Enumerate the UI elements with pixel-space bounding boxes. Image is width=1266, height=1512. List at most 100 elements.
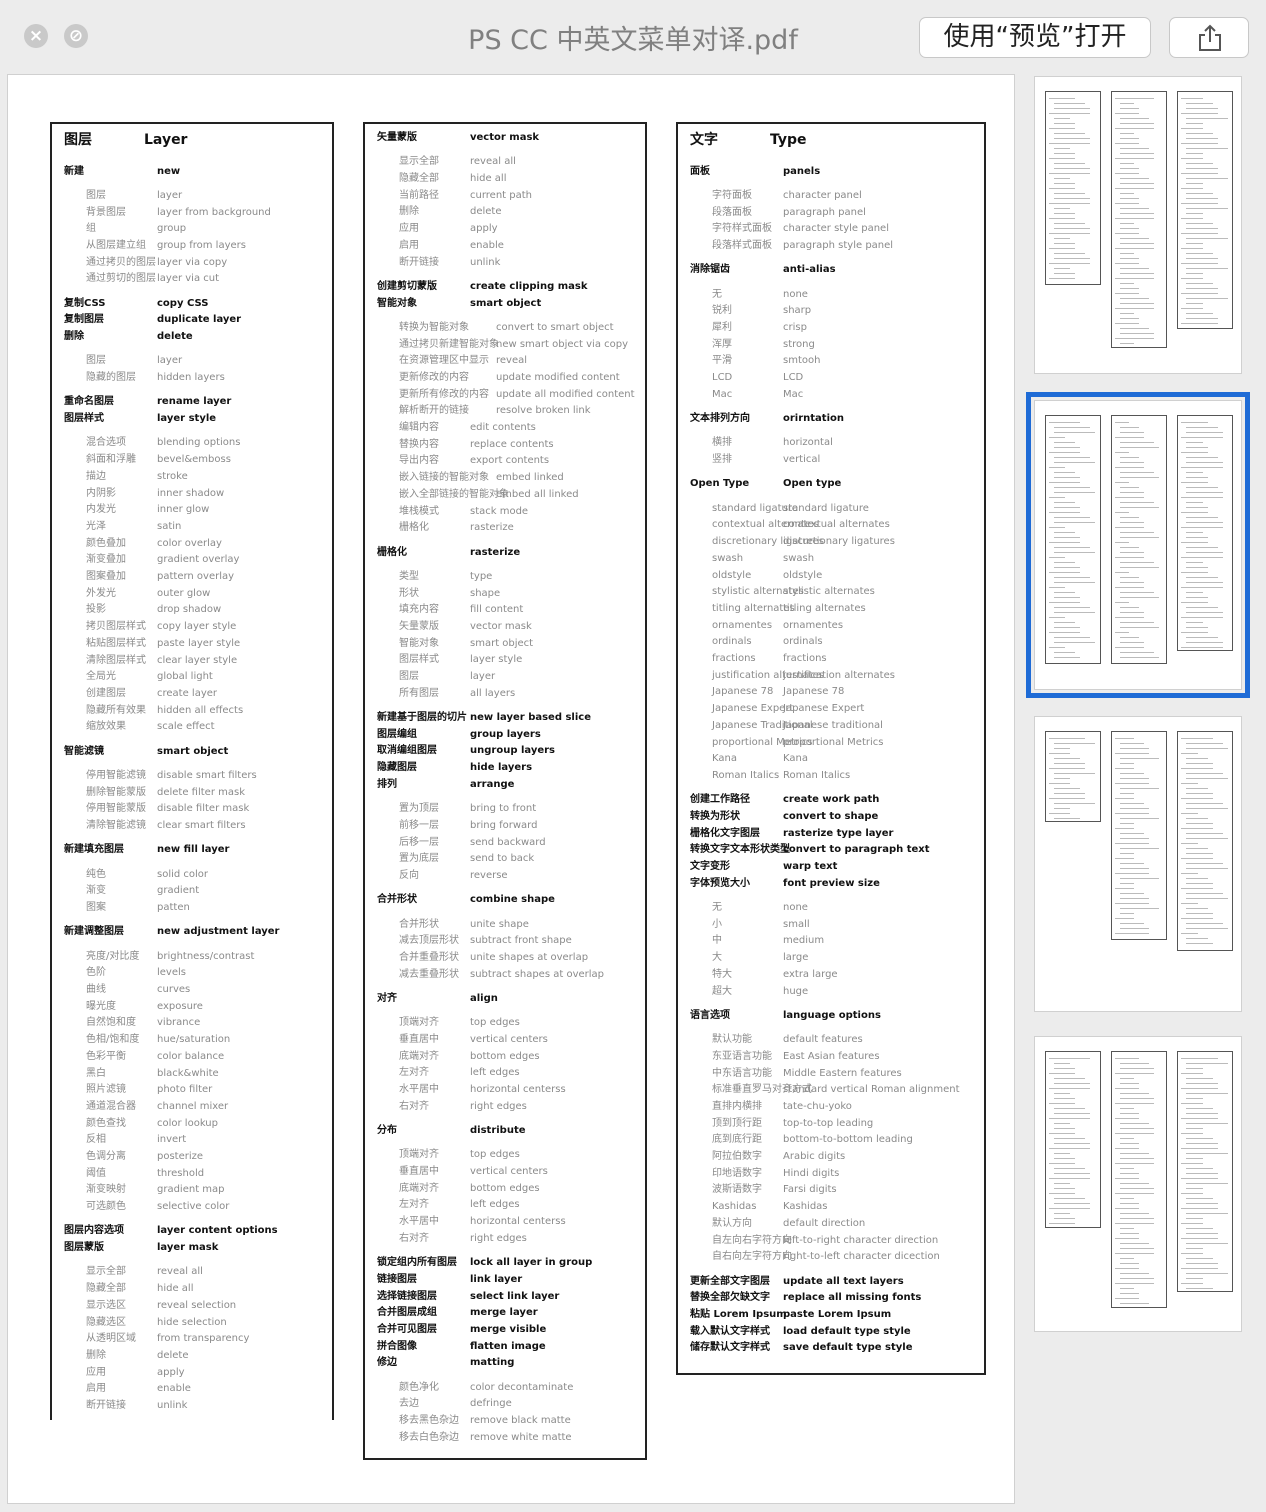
thumbnail-text-line [1186,838,1228,839]
thumbnail-text-line [1049,1133,1075,1134]
english-term: unite shape [470,918,529,930]
english-term: stylistic alternates [783,586,875,598]
thumbnail-text-line [1181,858,1213,859]
page-thumbnail[interactable] [1034,1036,1242,1332]
thumbnail-text-line [1054,547,1090,548]
chinese-term: 图层蒙版 [64,1242,104,1254]
thumbnail-text-line [1186,1123,1228,1124]
thumbnail-text-line [1054,778,1070,779]
thumbnail-text-line [1120,853,1134,854]
thumbnail-text-line [1115,873,1149,874]
chinese-term: 填充内容 [399,604,439,616]
page-thumbnail[interactable] [1034,716,1242,1012]
thumbnail-text-line [1120,562,1154,563]
minimize-icon[interactable]: ⊘ [64,24,88,48]
thumbnail-text-line [1181,843,1198,844]
english-term: duplicate layer [157,314,242,326]
share-button[interactable] [1169,17,1249,58]
thumbnail-text-line [1115,278,1154,279]
english-term: create layer [157,687,218,699]
chinese-term: 渐变映射 [86,1184,126,1196]
thumbnail-text-line [1054,123,1075,124]
english-term: vertical centers [470,1166,548,1177]
english-term: drop shadow [157,604,222,616]
chinese-term: 应用 [86,1366,106,1378]
english-term: gradient map [157,1184,225,1196]
thumbnail-text-line [1054,133,1085,134]
chinese-term: 合并图层成组 [377,1307,437,1319]
english-term: Middle Eastern features [783,1067,902,1079]
thumbnail-text-line [1120,447,1159,448]
thumbnail-text-line [1115,437,1144,438]
english-term: disable smart filters [157,769,257,781]
thumbnail-text-line [1120,303,1154,304]
thumbnail-text-line [1054,487,1090,488]
thumbnail-text-line [1186,637,1218,638]
thumbnail-text-line [1049,497,1065,498]
chinese-term: 粘贴图层样式 [86,637,146,649]
thumbnail-text-line [1186,298,1228,299]
open-with-preview-button[interactable]: 使用“预览”打开 [919,17,1151,58]
thumbnail-text-line [1186,1068,1203,1069]
thumbnail-text-line [1186,582,1223,583]
thumbnail-text-line [1186,273,1203,274]
close-icon[interactable]: × [24,24,48,48]
chinese-term: 顶端对齐 [399,1017,439,1029]
thumbnail-text-line [1115,1058,1139,1059]
chinese-term: 替换内容 [399,438,439,450]
english-term: layer via cut [157,273,220,285]
chinese-term: 印地语数字 [712,1167,762,1179]
thumbnail-text-line [1186,208,1228,209]
thumbnail-column [1177,415,1233,651]
thumbnail-text-line [1181,308,1203,309]
english-term: send to back [470,853,535,865]
thumbnail-text-line [1049,602,1080,603]
page-thumbnail[interactable] [1034,76,1242,374]
thumbnail-text-line [1186,427,1218,428]
thumbnail-text-line [1186,908,1208,909]
english-term: oldstyle [783,569,823,581]
thumbnail-text-line [1115,828,1134,829]
thumbnail-text-line [1120,823,1134,824]
thumbnail-text-line [1186,303,1203,304]
chinese-term: Kashidas [712,1201,757,1213]
english-term: ornamentes [783,619,844,631]
english-term: strong [783,338,815,350]
thumbnail-text-line [1120,522,1144,523]
chinese-term: 曝光度 [86,1000,116,1012]
thumbnail-text-line [1181,1163,1203,1164]
chinese-term: 图层样式 [399,654,439,666]
english-term: export contents [470,455,550,467]
column-border-right [332,122,334,1420]
english-term: layer style [470,654,523,666]
thumbnail-text-line [1120,597,1159,598]
english-term: East Asian features [783,1050,880,1062]
thumbnail-text-line [1054,1068,1075,1069]
thumbnail-text-line [1186,938,1208,939]
thumbnail-text-line [1186,537,1208,538]
thumbnail-text-line [1186,758,1208,759]
chinese-term: 排列 [377,778,397,790]
thumbnail-text-line [1054,118,1070,119]
thumbnail-text-line [1181,113,1218,114]
english-term: fill content [470,604,524,616]
thumbnail-text-line [1186,743,1223,744]
thumbnail-text-line [1054,657,1080,658]
english-term: right edges [470,1232,527,1244]
chinese-term: 竖排 [712,454,732,466]
thumbnail-text-line [1054,582,1095,583]
thumbnail-text-line [1186,1113,1218,1114]
chinese-term: 清除图层样式 [86,654,146,666]
chinese-term: 图层 [86,189,106,201]
thumbnail-text-line [1186,1288,1213,1289]
english-term: font preview size [783,877,880,889]
chinese-term: 垂直居中 [399,1166,439,1177]
thumbnail-text-line [1181,1058,1218,1059]
thumbnail-text-line [1049,617,1065,618]
thumbnail-text-line [1120,1068,1154,1069]
page-thumbnail[interactable] [1026,392,1250,698]
chinese-term: 形状 [399,587,419,599]
thumbnail-text-line [1115,293,1139,294]
thumbnail-text-line [1115,888,1134,889]
thumbnail-text-line [1054,622,1075,623]
